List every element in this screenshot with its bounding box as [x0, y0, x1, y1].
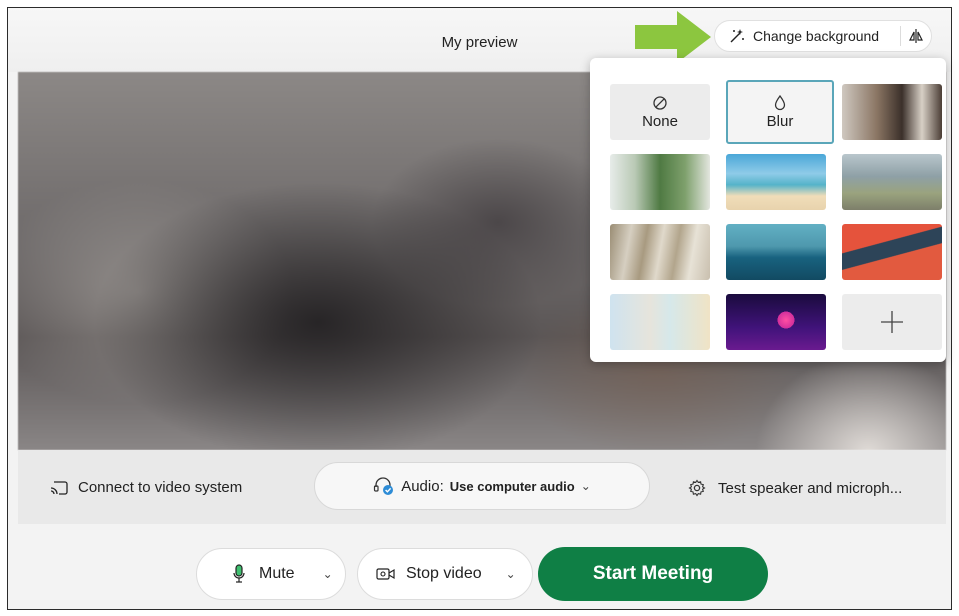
background-living-room[interactable] [610, 154, 710, 210]
video-camera-icon [376, 568, 395, 580]
audio-prefix: Audio: [401, 477, 444, 495]
droplet-icon [774, 94, 786, 110]
test-speaker-microphone-button[interactable]: Test speaker and microph... [688, 479, 902, 497]
background-blur-label: Blur [766, 112, 794, 130]
add-background-button[interactable] [842, 294, 942, 350]
audio-selector[interactable]: Audio: Use computer audio ⌄ [314, 462, 650, 510]
background-none[interactable]: None [610, 84, 710, 140]
background-none-label: None [642, 112, 678, 130]
microphone-icon [233, 564, 245, 583]
plus-icon [881, 311, 903, 333]
mute-options-chevron-icon[interactable]: ⌄ [323, 567, 333, 581]
none-icon [653, 95, 667, 110]
background-space-planet[interactable] [726, 294, 826, 350]
background-blur[interactable]: Blur [726, 80, 834, 144]
change-background-button[interactable]: Change background [714, 20, 932, 52]
connect-video-system-label: Connect to video system [78, 479, 243, 496]
test-speaker-label: Test speaker and microph... [718, 479, 903, 497]
background-mountains[interactable] [726, 224, 826, 280]
background-office[interactable] [842, 84, 942, 140]
magic-wand-icon [730, 29, 744, 43]
gear-icon [688, 479, 706, 497]
audio-value: Use computer audio [449, 478, 575, 494]
headset-check-icon [374, 477, 394, 495]
video-options-chevron-icon[interactable]: ⌄ [506, 567, 516, 581]
background-beach[interactable] [726, 154, 826, 210]
background-blurred-landscape[interactable] [842, 154, 942, 210]
mirror-button[interactable] [901, 28, 931, 44]
connect-video-system-button[interactable]: Connect to video system [50, 479, 242, 496]
mute-button[interactable]: Mute ⌄ [196, 548, 346, 600]
mirror-icon [909, 29, 924, 43]
change-background-label: Change background [753, 28, 880, 44]
background-shadow-wall[interactable] [610, 224, 710, 280]
cast-icon [50, 480, 68, 495]
background-pastel-shapes[interactable] [610, 294, 710, 350]
background-orange-abstract[interactable] [842, 224, 942, 280]
stop-video-button[interactable]: Stop video ⌄ [357, 548, 533, 600]
change-background-main[interactable]: Change background [715, 28, 900, 44]
background-panel: None Blur [590, 58, 946, 362]
chevron-down-icon: ⌄ [580, 479, 591, 493]
mute-label: Mute [259, 565, 295, 582]
start-meeting-button[interactable]: Start Meeting [538, 547, 768, 601]
stop-video-label: Stop video [406, 565, 482, 582]
